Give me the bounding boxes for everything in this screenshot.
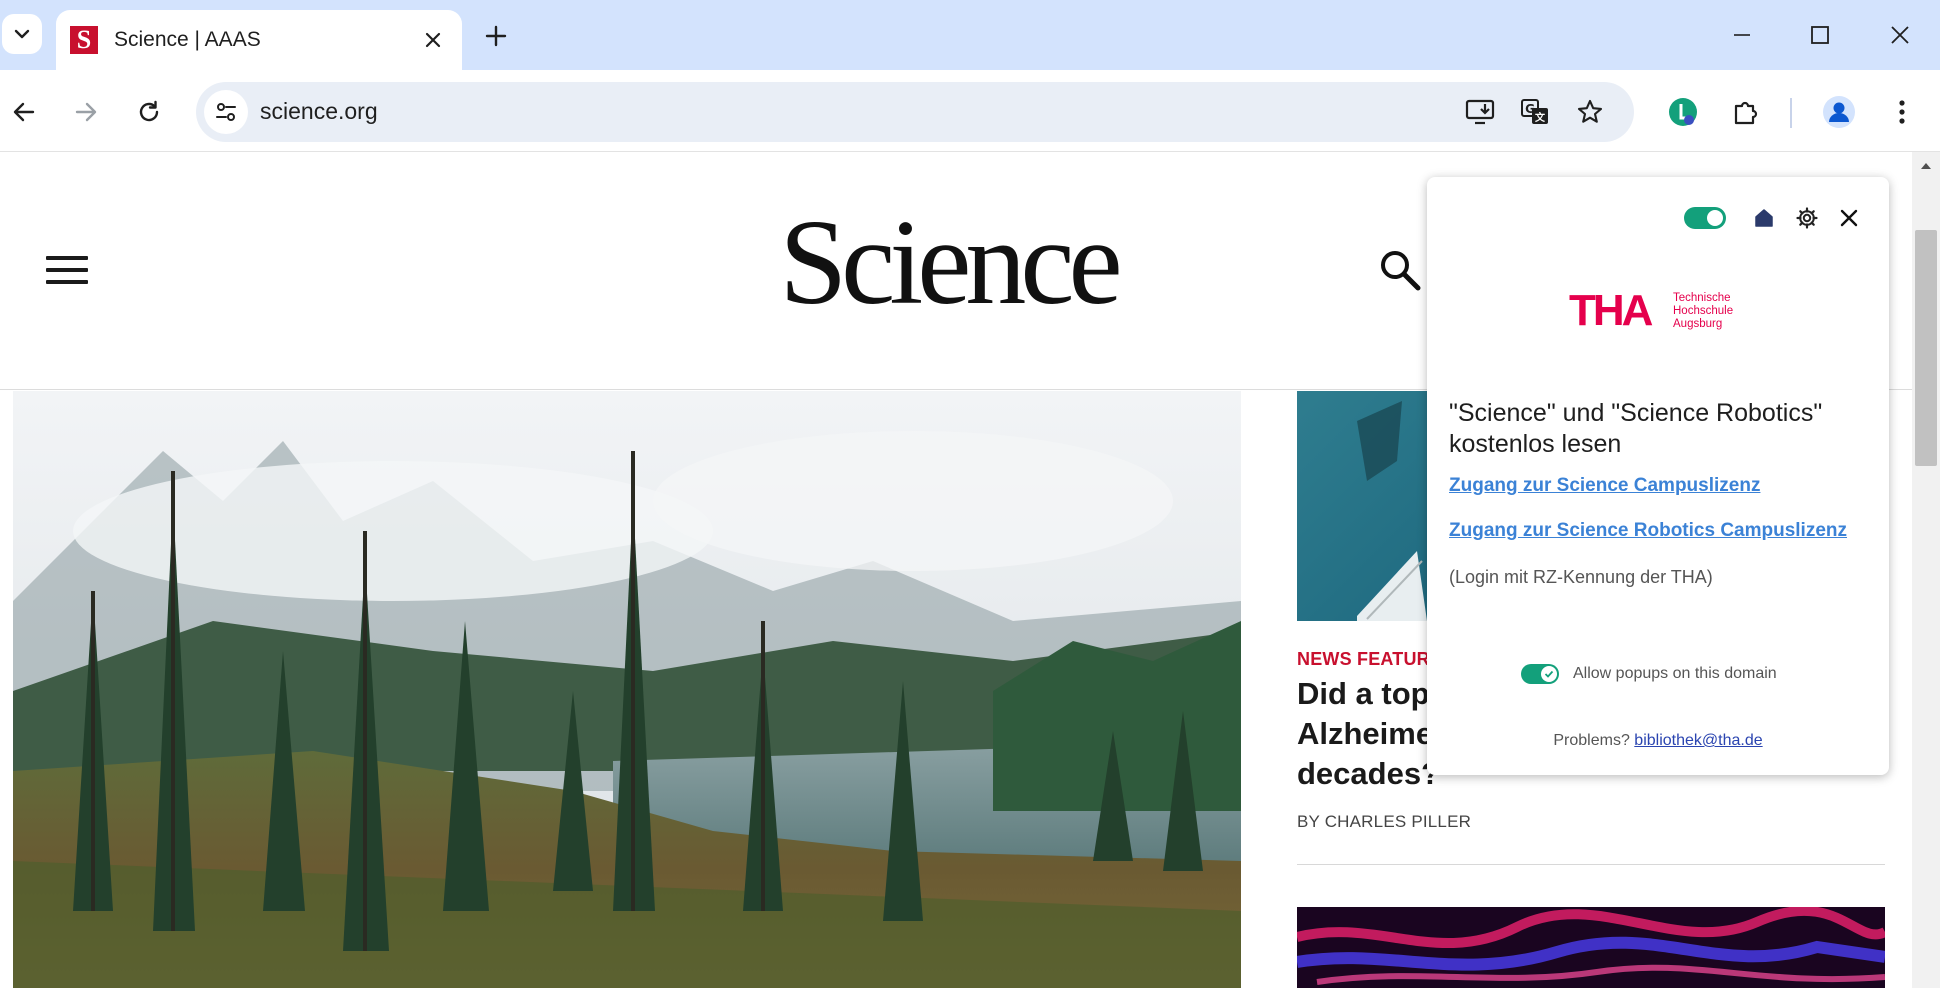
extension-tha-button[interactable] bbox=[1661, 90, 1705, 134]
extensions-button[interactable] bbox=[1724, 90, 1768, 134]
scroll-up-arrow-icon[interactable] bbox=[1918, 158, 1934, 174]
forward-button[interactable] bbox=[64, 90, 108, 134]
svg-text:Technische: Technische bbox=[1673, 292, 1731, 304]
puzzle-icon bbox=[1734, 101, 1758, 125]
article-divider bbox=[1297, 864, 1885, 865]
svg-text:Hochschule: Hochschule bbox=[1673, 305, 1733, 317]
maximize-button[interactable] bbox=[1790, 10, 1850, 60]
hamburger-menu-icon[interactable] bbox=[46, 256, 90, 288]
profile-button[interactable] bbox=[1817, 90, 1861, 134]
check-icon bbox=[1544, 670, 1554, 678]
browser-toolbar: science.org G 文 bbox=[0, 70, 1940, 152]
back-button[interactable] bbox=[2, 90, 46, 134]
svg-text:Augsburg: Augsburg bbox=[1673, 318, 1722, 330]
site-logo[interactable]: Science bbox=[768, 202, 1128, 324]
login-note: (Login mit RZ-Kennung der THA) bbox=[1449, 567, 1713, 587]
translate-icon: G 文 bbox=[1521, 99, 1548, 124]
star-icon bbox=[1577, 99, 1603, 123]
bookmark-button[interactable] bbox=[1570, 92, 1610, 132]
reload-button[interactable] bbox=[127, 90, 171, 134]
site-search-button[interactable] bbox=[1378, 248, 1424, 294]
url-text[interactable]: science.org bbox=[260, 98, 378, 125]
science-robotics-campus-license-link[interactable]: Zugang zur Science Robotics Campuslizenz bbox=[1449, 520, 1847, 542]
maximize-icon bbox=[1811, 26, 1829, 44]
tab-strip: S Science | AAAS bbox=[0, 0, 1940, 70]
avatar-icon bbox=[1823, 96, 1855, 128]
hero-image[interactable] bbox=[13, 391, 1241, 988]
close-icon bbox=[425, 32, 441, 48]
popup-close-button[interactable] bbox=[1834, 203, 1864, 233]
more-vert-icon bbox=[1899, 100, 1905, 124]
svg-text:THA: THA bbox=[1569, 289, 1653, 333]
translate-button[interactable]: G 文 bbox=[1515, 92, 1555, 132]
popup-settings-button[interactable] bbox=[1792, 203, 1822, 233]
install-desktop-icon bbox=[1465, 99, 1495, 125]
svg-text:文: 文 bbox=[1535, 111, 1546, 124]
new-tab-button[interactable] bbox=[476, 16, 516, 56]
chevron-down-icon bbox=[14, 29, 30, 39]
problems-label: Problems? bbox=[1553, 732, 1630, 749]
window-close-button[interactable] bbox=[1870, 10, 1930, 60]
browser-menu-button[interactable] bbox=[1880, 90, 1924, 134]
article-image-2[interactable] bbox=[1297, 907, 1885, 988]
close-icon bbox=[1840, 209, 1858, 227]
tha-extension-popup: THA Technische Hochschule Augsburg "Scie… bbox=[1427, 177, 1889, 775]
reload-icon bbox=[139, 100, 159, 122]
allow-popups-row: Allow popups on this domain bbox=[1521, 664, 1777, 684]
allow-popups-toggle[interactable] bbox=[1521, 664, 1559, 684]
arrow-left-icon bbox=[13, 102, 35, 122]
article-kicker: NEWS FEATURE bbox=[1297, 649, 1443, 669]
arrow-right-icon bbox=[75, 102, 97, 122]
toolbar-divider bbox=[1790, 98, 1792, 128]
install-app-button[interactable] bbox=[1460, 92, 1500, 132]
science-favicon-icon: S bbox=[70, 26, 98, 54]
gear-icon bbox=[1796, 207, 1818, 229]
tune-icon bbox=[216, 103, 236, 121]
browser-tab[interactable]: S Science | AAAS bbox=[56, 10, 462, 70]
tab-search-button[interactable] bbox=[2, 14, 42, 54]
home-icon bbox=[1755, 209, 1773, 227]
search-icon bbox=[1381, 251, 1421, 291]
site-info-button[interactable] bbox=[204, 90, 248, 134]
allow-popups-label: Allow popups on this domain bbox=[1573, 665, 1777, 682]
plus-icon bbox=[485, 25, 507, 47]
article-byline: BY CHARLES PILLER bbox=[1297, 812, 1472, 831]
popup-home-button[interactable] bbox=[1749, 203, 1779, 233]
minimize-button[interactable] bbox=[1712, 10, 1772, 60]
support-email-link[interactable]: bibliothek@tha.de bbox=[1634, 732, 1762, 749]
address-bar[interactable]: science.org G 文 bbox=[196, 82, 1634, 142]
popup-title: "Science" und "Science Robotics" kostenl… bbox=[1449, 399, 1823, 458]
tab-title: Science | AAAS bbox=[114, 28, 261, 51]
minimize-icon bbox=[1734, 34, 1750, 36]
tab-close-button[interactable] bbox=[416, 23, 450, 57]
tha-logo: THA Technische Hochschule Augsburg bbox=[1569, 286, 1769, 335]
close-icon bbox=[1891, 26, 1909, 44]
science-campus-license-link[interactable]: Zugang zur Science Campuslizenz bbox=[1449, 475, 1760, 497]
problems-footer: Problems? bibliothek@tha.de bbox=[1427, 732, 1889, 750]
extension-enable-toggle[interactable] bbox=[1684, 207, 1726, 229]
tha-extension-icon bbox=[1669, 98, 1697, 126]
scrollbar-thumb[interactable] bbox=[1915, 230, 1937, 466]
page-scrollbar[interactable] bbox=[1912, 152, 1940, 988]
